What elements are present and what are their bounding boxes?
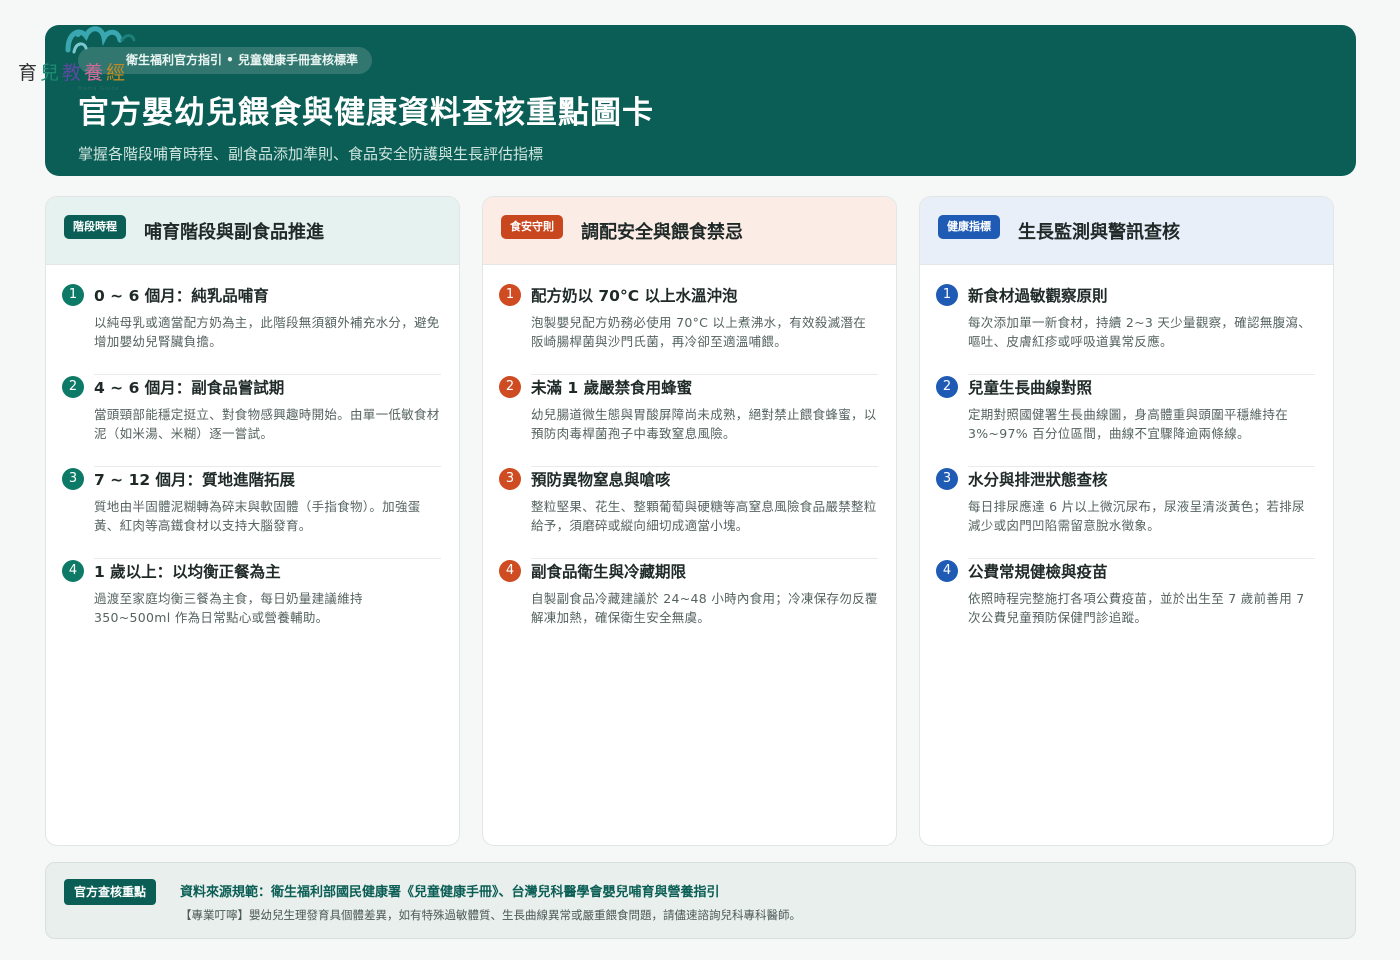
- step-number-badge: 4: [499, 560, 521, 582]
- list-item: 2 4 ~ 6 個月：副食品嘗試期 當頭頸部能穩定挺立、對食物感興趣時開始。由單…: [62, 375, 441, 467]
- wave-logo-icon: [65, 26, 136, 54]
- item-title: 新食材過敏觀察原則: [968, 287, 1108, 305]
- step-number-badge: 2: [936, 376, 958, 398]
- item-title: 7 ~ 12 個月：質地進階拓展: [94, 471, 296, 489]
- card-title: 生長監測與警訊查核: [1018, 222, 1180, 243]
- step-number-badge: 3: [936, 468, 958, 490]
- header-banner: 衛生福利官方指引 • 兒童健康手冊查核標準 官方嬰幼兒餵食與健康資料查核重點圖卡…: [45, 25, 1356, 176]
- card-header: 健康指標 生長監測與警訊查核: [920, 197, 1333, 265]
- card-growth-monitoring: 健康指標 生長監測與警訊查核 1 新食材過敏觀察原則 每次添加單一新食材，持續 …: [919, 196, 1334, 846]
- category-tag: 食安守則: [501, 215, 563, 239]
- item-description: 自製副食品冷藏建議於 24~48 小時內食用；冷凍保存勿反覆解凍加熱，確保衛生安…: [531, 591, 878, 625]
- footer-notice: 官方查核重點 資料來源規範：衛生福利部國民健康署《兒童健康手冊》、台灣兒科醫學會…: [45, 862, 1356, 939]
- source-reference: 資料來源規範：衛生福利部國民健康署《兒童健康手冊》、台灣兒科醫學會嬰兒哺育與營養…: [180, 885, 720, 900]
- card-food-safety: 食安守則 調配安全與餵食禁忌 1 配方奶以 70°C 以上水溫沖泡 泡製嬰兒配方…: [482, 196, 897, 846]
- list-item: 1 配方奶以 70°C 以上水溫沖泡 泡製嬰兒配方奶務必使用 70°C 以上煮沸…: [499, 283, 878, 375]
- step-number-badge: 4: [936, 560, 958, 582]
- step-number-badge: 1: [62, 284, 84, 306]
- step-number-badge: 2: [62, 376, 84, 398]
- list-item: 3 預防異物窒息與嗆咳 整粒堅果、花生、整顆葡萄與硬糖等高窒息風險食品嚴禁整粒給…: [499, 467, 878, 559]
- item-description: 定期對照國健署生長曲線圖，身高體重與頭圍平穩維持在 3%~97% 百分位區間，曲…: [968, 407, 1289, 441]
- item-title: 預防異物窒息與嗆咳: [531, 471, 671, 489]
- list-item: 4 公費常規健檢與疫苗 依照時程完整施打各項公費疫苗，並於出生至 7 歲前善用 …: [936, 559, 1315, 651]
- brand-logo: 育兒教養經 Mama Guide: [18, 22, 158, 96]
- step-number-badge: 2: [499, 376, 521, 398]
- page-title: 官方嬰幼兒餵食與健康資料查核重點圖卡: [78, 95, 654, 131]
- professional-note: 【專業叮嚀】嬰幼兒生理發育具個體差異，如有特殊過敏體質、生長曲線異常或嚴重餵食問…: [180, 908, 801, 922]
- item-title: 兒童生長曲線對照: [968, 379, 1093, 397]
- list-item: 4 1 歲以上：以均衡正餐為主 過渡至家庭均衡三餐為主食，每日奶量建議維持 35…: [62, 559, 441, 651]
- step-number-badge: 4: [62, 560, 84, 582]
- category-tag: 階段時程: [64, 215, 126, 239]
- item-title: 公費常規健檢與疫苗: [968, 563, 1108, 581]
- step-number-badge: 1: [499, 284, 521, 306]
- item-title: 4 ~ 6 個月：副食品嘗試期: [94, 379, 285, 397]
- page-subtitle: 掌握各階段哺育時程、副食品添加準則、食品安全防護與生長評估指標: [78, 145, 544, 163]
- list-item: 3 水分與排泄狀態查核 每日排尿應達 6 片以上微沉尿布，尿液呈清淡黃色；若排尿…: [936, 467, 1315, 559]
- category-tag: 健康指標: [938, 215, 1000, 239]
- item-title: 副食品衛生與冷藏期限: [531, 563, 687, 581]
- logo-wordmark: 育兒教養經: [18, 62, 129, 84]
- card-feeding-stages: 階段時程 哺育階段與副食品推進 1 0 ~ 6 個月：純乳品哺育 以純母乳或適當…: [45, 196, 460, 846]
- item-description: 當頭頸部能穩定挺立、對食物感興趣時開始。由單一低敏食材泥（如米湯、米糊）逐一嘗試…: [94, 407, 440, 441]
- step-number-badge: 3: [62, 468, 84, 490]
- item-title: 配方奶以 70°C 以上水溫沖泡: [531, 287, 738, 305]
- list-item: 1 新食材過敏觀察原則 每次添加單一新食材，持續 2~3 天少量觀察，確認無腹瀉…: [936, 283, 1315, 375]
- item-description: 整粒堅果、花生、整顆葡萄與硬糖等高窒息風險食品嚴禁整粒給予，須磨碎或縱向細切成適…: [531, 499, 877, 533]
- card-header: 食安守則 調配安全與餵食禁忌: [483, 197, 896, 265]
- step-number-badge: 1: [936, 284, 958, 306]
- item-description: 過渡至家庭均衡三餐為主食，每日奶量建議維持 350~500ml 作為日常點心或營…: [94, 591, 363, 625]
- item-description: 泡製嬰兒配方奶務必使用 70°C 以上煮沸水，有效殺滅潛在阪崎腸桿菌與沙門氏菌，…: [531, 315, 867, 349]
- card-title: 調配安全與餵食禁忌: [581, 222, 743, 243]
- item-title: 未滿 1 歲嚴禁食用蜂蜜: [531, 379, 693, 397]
- card-title: 哺育階段與副食品推進: [144, 222, 324, 243]
- item-title: 0 ~ 6 個月：純乳品哺育: [94, 287, 269, 305]
- item-description: 每日排尿應達 6 片以上微沉尿布，尿液呈清淡黃色；若排尿減少或囟門凹陷需留意脫水…: [968, 499, 1305, 533]
- item-description: 以純母乳或適當配方奶為主，此階段無須額外補充水分，避免增加嬰幼兒腎臟負擔。: [94, 315, 440, 349]
- item-description: 每次添加單一新食材，持續 2~3 天少量觀察，確認無腹瀉、嘔吐、皮膚紅疹或呼吸道…: [968, 315, 1312, 349]
- step-number-badge: 3: [499, 468, 521, 490]
- logo-subtitle: Mama Guide: [78, 86, 120, 92]
- item-title: 水分與排泄狀態查核: [968, 471, 1108, 489]
- list-item: 1 0 ~ 6 個月：純乳品哺育 以純母乳或適當配方奶為主，此階段無須額外補充水…: [62, 283, 441, 375]
- list-item: 4 副食品衛生與冷藏期限 自製副食品冷藏建議於 24~48 小時內食用；冷凍保存…: [499, 559, 878, 651]
- list-item: 2 兒童生長曲線對照 定期對照國健署生長曲線圖，身高體重與頭圍平穩維持在 3%~…: [936, 375, 1315, 467]
- list-item: 2 未滿 1 歲嚴禁食用蜂蜜 幼兒腸道微生態與胃酸屏障尚未成熟，絕對禁止餵食蜂蜜…: [499, 375, 878, 467]
- list-item: 3 7 ~ 12 個月：質地進階拓展 質地由半固體泥糊轉為碎末與軟固體（手指食物…: [62, 467, 441, 559]
- footer-tag: 官方查核重點: [64, 879, 157, 905]
- item-description: 依照時程完整施打各項公費疫苗，並於出生至 7 歲前善用 7 次公費兒童預防保健門…: [968, 591, 1305, 625]
- item-description: 質地由半固體泥糊轉為碎末與軟固體（手指食物）。加強蛋黃、紅肉等高鐵食材以支持大腦…: [94, 499, 421, 533]
- item-description: 幼兒腸道微生態與胃酸屏障尚未成熟，絕對禁止餵食蜂蜜，以預防肉毒桿菌孢子中毒致窒息…: [531, 407, 877, 441]
- card-header: 階段時程 哺育階段與副食品推進: [46, 197, 459, 265]
- item-title: 1 歲以上：以均衡正餐為主: [94, 563, 281, 581]
